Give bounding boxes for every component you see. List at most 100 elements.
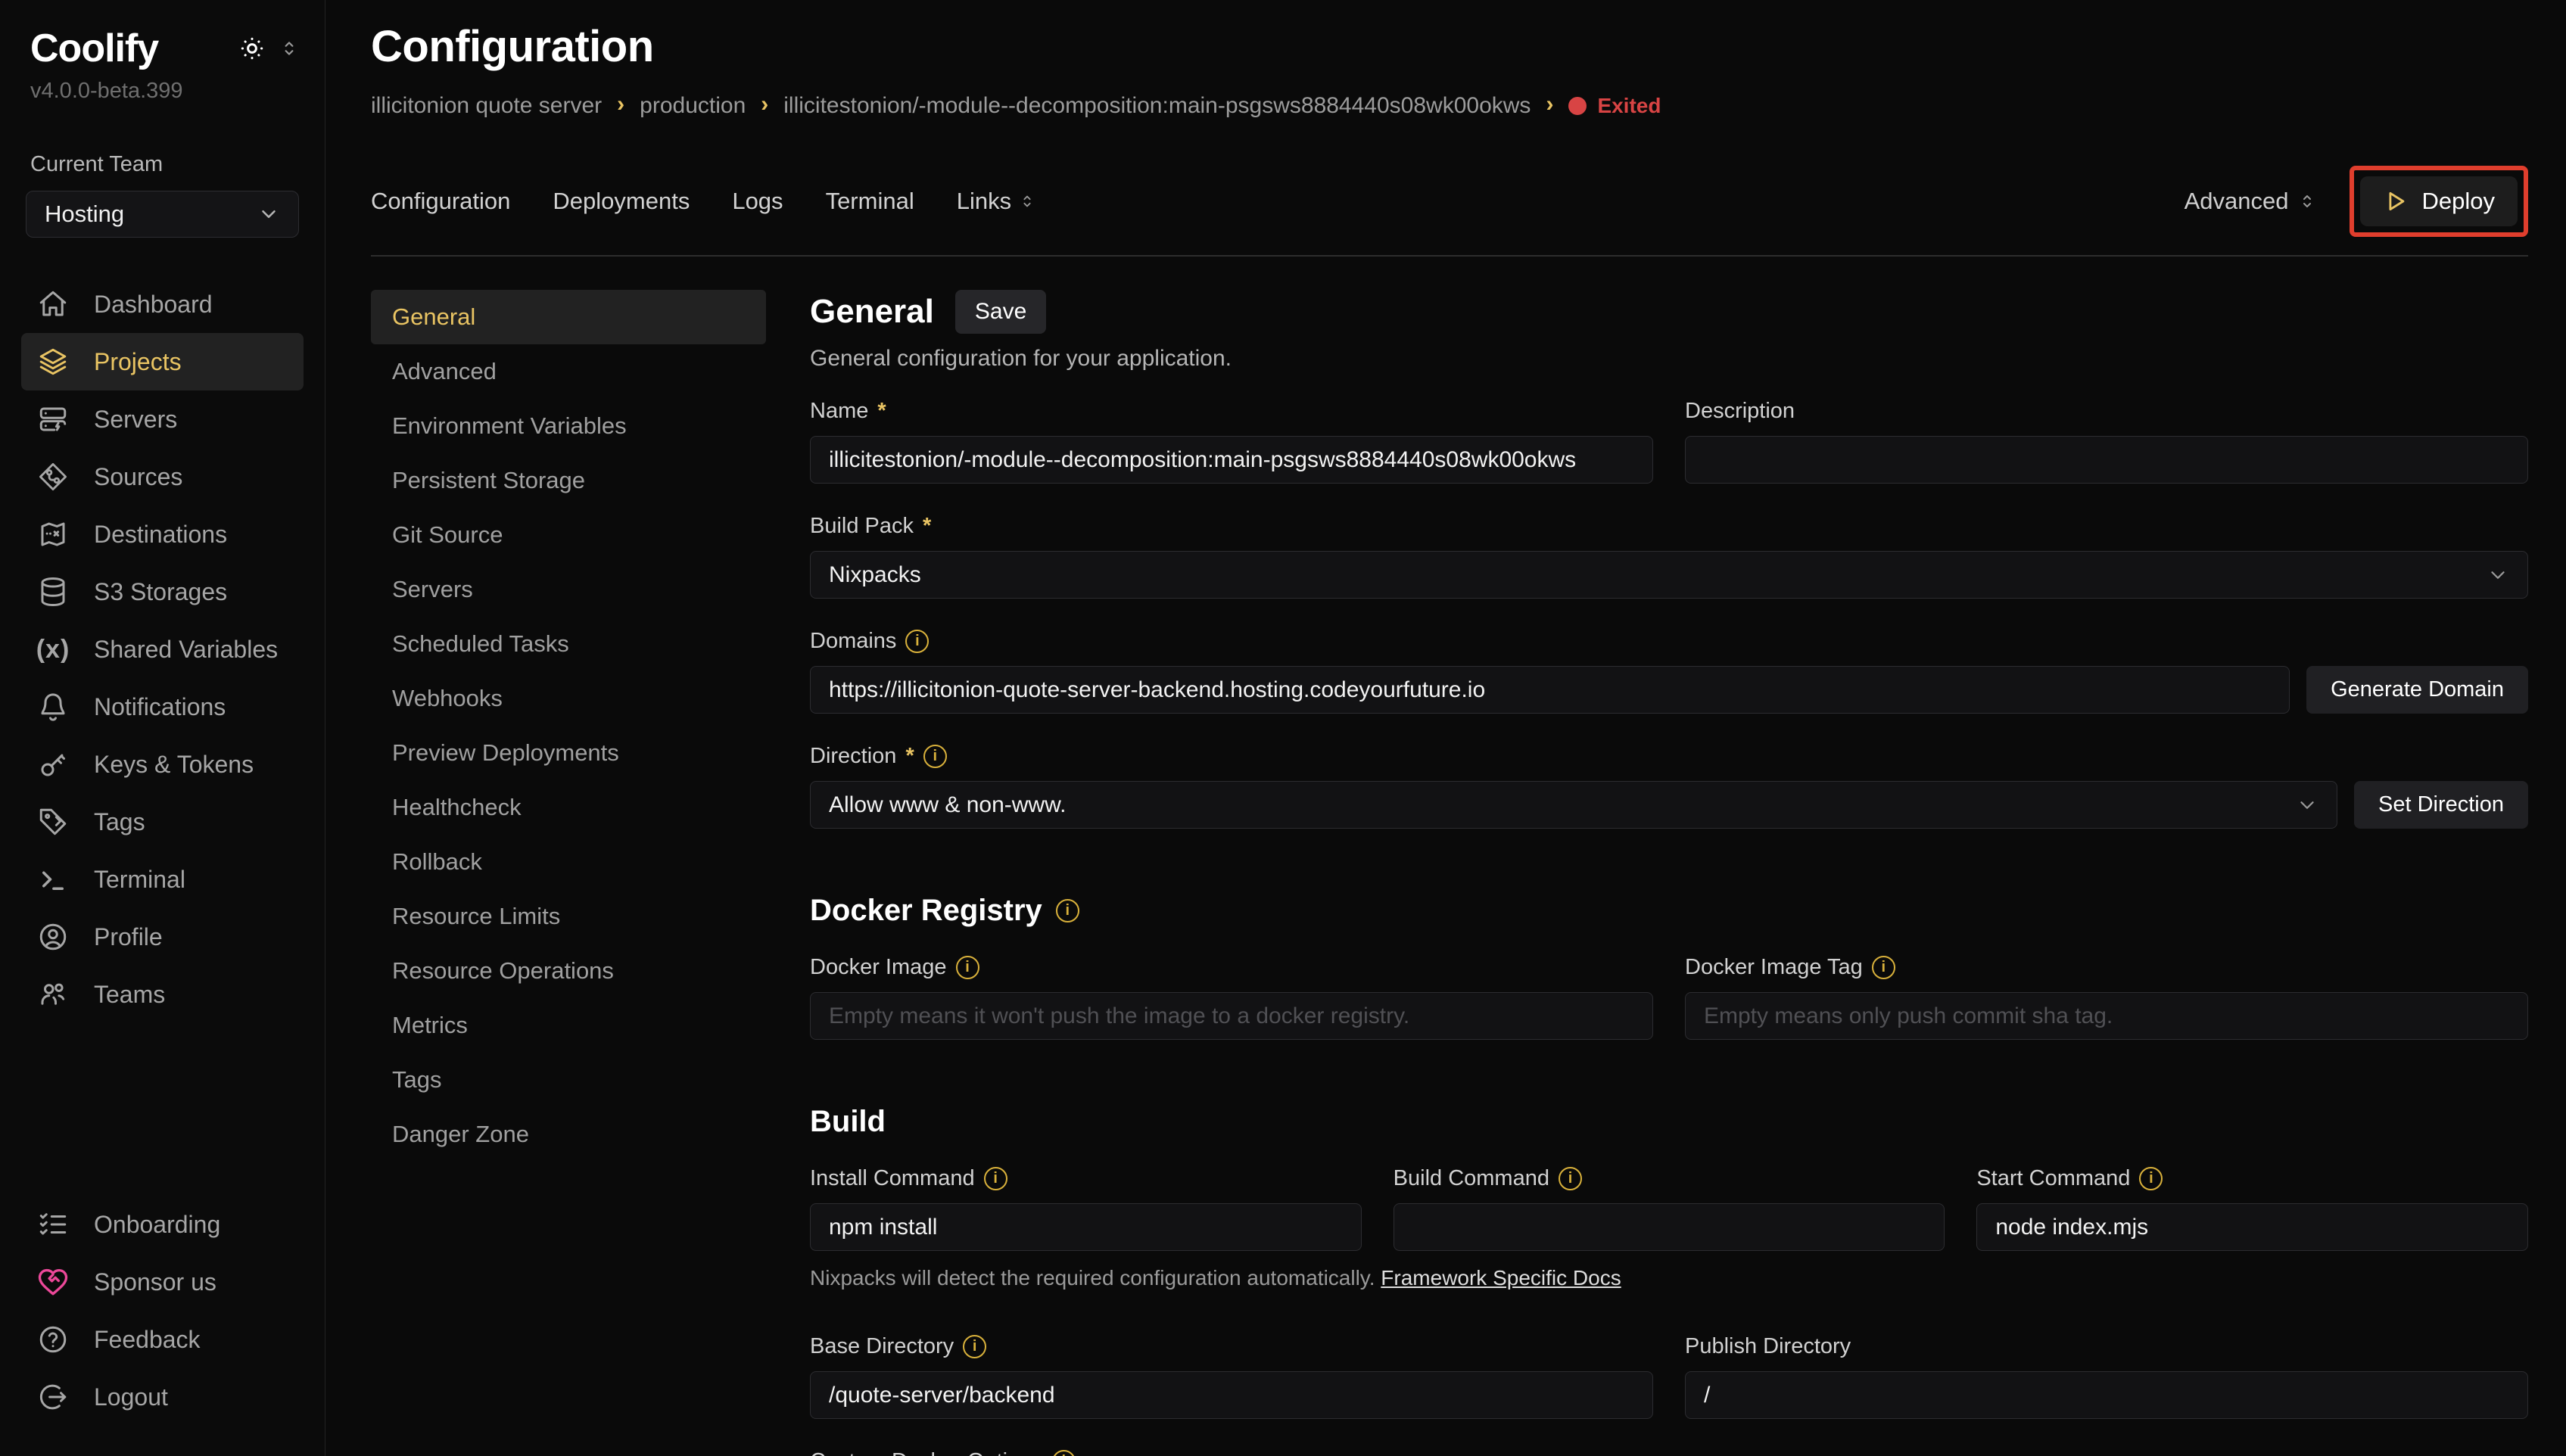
- tab-configuration[interactable]: Configuration: [371, 188, 510, 215]
- config-nav-webhooks[interactable]: Webhooks: [371, 671, 766, 726]
- chevron-right-icon: ›: [761, 92, 768, 117]
- config-nav-environment-variables[interactable]: Environment Variables: [371, 399, 766, 453]
- sidebar: Coolify v4.0.0-beta.399 Current Team Hos…: [0, 0, 325, 1456]
- sidebar-item-sources[interactable]: Sources: [21, 448, 304, 506]
- sidebar-item-teams[interactable]: Teams: [21, 966, 304, 1023]
- build-pack-label: Build Pack*: [810, 514, 2528, 539]
- docker-image-tag-input[interactable]: [1685, 992, 2528, 1040]
- config-nav-danger-zone[interactable]: Danger Zone: [371, 1107, 766, 1162]
- publish-directory-input[interactable]: [1685, 1371, 2528, 1419]
- start-command-label: Start Command: [1976, 1166, 2528, 1191]
- tab-links[interactable]: Links: [957, 188, 1035, 215]
- checklist-icon: [36, 1208, 70, 1241]
- generate-domain-button[interactable]: Generate Domain: [2306, 666, 2528, 714]
- sidebar-item-keys-tokens[interactable]: Keys & Tokens: [21, 736, 304, 793]
- docker-image-input[interactable]: [810, 992, 1653, 1040]
- chevron-up-down-icon: [2298, 192, 2316, 210]
- page-title: Configuration: [371, 21, 2528, 72]
- play-icon: [2383, 188, 2409, 214]
- install-command-input[interactable]: [810, 1203, 1362, 1251]
- direction-label: Direction*: [810, 744, 2528, 769]
- docker-image-tag-label: Docker Image Tag: [1685, 955, 2528, 980]
- config-nav-scheduled-tasks[interactable]: Scheduled Tasks: [371, 617, 766, 671]
- chevron-down-icon: [2487, 564, 2509, 586]
- config-nav-preview-deployments[interactable]: Preview Deployments: [371, 726, 766, 780]
- framework-docs-link[interactable]: Framework Specific Docs: [1381, 1266, 1621, 1290]
- sidebar-item-profile[interactable]: Profile: [21, 908, 304, 966]
- sidebar-item-projects[interactable]: Projects: [21, 333, 304, 390]
- sidebar-item-notifications[interactable]: Notifications: [21, 678, 304, 736]
- sidebar-item-logout[interactable]: Logout: [21, 1368, 304, 1426]
- breadcrumb-application[interactable]: illicitestonion/-module--decomposition:m…: [783, 93, 1531, 119]
- key-icon: [36, 748, 70, 781]
- team-select[interactable]: Hosting: [26, 191, 299, 238]
- sidebar-item-terminal[interactable]: Terminal: [21, 851, 304, 908]
- name-label: Name*: [810, 399, 1653, 424]
- config-nav-metrics[interactable]: Metrics: [371, 998, 766, 1053]
- section-title-general: General: [810, 293, 934, 331]
- sidebar-item-tags[interactable]: Tags: [21, 793, 304, 851]
- config-nav-resource-operations[interactable]: Resource Operations: [371, 944, 766, 998]
- theme-sun-icon[interactable]: [238, 35, 266, 62]
- theme-selector-chevron-icon[interactable]: [279, 39, 299, 58]
- base-directory-input[interactable]: [810, 1371, 1653, 1419]
- sidebar-item-dashboard[interactable]: Dashboard: [21, 275, 304, 333]
- domains-input[interactable]: [810, 666, 2290, 714]
- direction-select[interactable]: Allow www & non-www.: [810, 781, 2337, 829]
- status-label: Exited: [1597, 94, 1661, 118]
- map-icon: [36, 518, 70, 551]
- sidebar-footer-nav: Onboarding Sponsor us Feedback: [21, 1196, 304, 1426]
- config-nav-persistent-storage[interactable]: Persistent Storage: [371, 453, 766, 508]
- config-nav-servers[interactable]: Servers: [371, 562, 766, 617]
- heart-icon: [36, 1265, 70, 1299]
- tag-icon: [36, 805, 70, 838]
- sidebar-item-label: Teams: [94, 981, 165, 1009]
- advanced-dropdown[interactable]: Advanced: [2185, 188, 2316, 215]
- database-icon: [36, 575, 70, 608]
- sidebar-item-servers[interactable]: Servers: [21, 390, 304, 448]
- config-nav-resource-limits[interactable]: Resource Limits: [371, 889, 766, 944]
- tab-terminal[interactable]: Terminal: [826, 188, 914, 215]
- breadcrumb-environment[interactable]: production: [640, 93, 746, 119]
- info-icon: [2139, 1167, 2163, 1190]
- info-icon: [984, 1167, 1007, 1190]
- build-pack-select[interactable]: Nixpacks: [810, 551, 2528, 599]
- config-nav-git-source[interactable]: Git Source: [371, 508, 766, 562]
- sidebar-item-label: Keys & Tokens: [94, 751, 254, 779]
- section-title-build: Build: [810, 1105, 886, 1139]
- start-command-input[interactable]: [1976, 1203, 2528, 1251]
- required-mark: *: [905, 744, 914, 769]
- help-circle-icon: [36, 1323, 70, 1356]
- sidebar-item-s3-storages[interactable]: S3 Storages: [21, 563, 304, 621]
- sidebar-item-shared-variables[interactable]: (x) Shared Variables: [21, 621, 304, 678]
- config-nav-healthcheck[interactable]: Healthcheck: [371, 780, 766, 835]
- save-button[interactable]: Save: [955, 290, 1046, 334]
- config-nav-rollback[interactable]: Rollback: [371, 835, 766, 889]
- description-input[interactable]: [1685, 436, 2528, 484]
- set-direction-button[interactable]: Set Direction: [2354, 781, 2528, 829]
- info-icon: [1559, 1167, 1582, 1190]
- name-input[interactable]: [810, 436, 1653, 484]
- section-title-docker-registry: Docker Registry: [810, 894, 1042, 928]
- breadcrumb-project[interactable]: illicitonion quote server: [371, 93, 602, 119]
- sidebar-item-feedback[interactable]: Feedback: [21, 1311, 304, 1368]
- sidebar-item-destinations[interactable]: Destinations: [21, 506, 304, 563]
- config-nav-advanced[interactable]: Advanced: [371, 344, 766, 399]
- status-dot-icon: [1568, 97, 1587, 115]
- chevron-right-icon: ›: [1546, 92, 1553, 117]
- tab-deployments[interactable]: Deployments: [553, 188, 690, 215]
- custom-docker-options-label: Custom Docker Options: [810, 1449, 2528, 1456]
- info-icon: [1052, 1450, 1076, 1456]
- required-mark: *: [877, 399, 886, 424]
- sidebar-item-onboarding[interactable]: Onboarding: [21, 1196, 304, 1253]
- config-nav-general[interactable]: General: [371, 290, 766, 344]
- sidebar-item-label: S3 Storages: [94, 578, 227, 606]
- build-helper-text: Nixpacks will detect the required config…: [810, 1266, 2528, 1290]
- config-nav-tags[interactable]: Tags: [371, 1053, 766, 1107]
- tab-logs[interactable]: Logs: [732, 188, 783, 215]
- sidebar-item-sponsor[interactable]: Sponsor us: [21, 1253, 304, 1311]
- sidebar-item-label: Projects: [94, 348, 182, 376]
- publish-directory-label: Publish Directory: [1685, 1334, 2528, 1359]
- build-command-input[interactable]: [1394, 1203, 1945, 1251]
- deploy-button[interactable]: Deploy: [2360, 176, 2518, 226]
